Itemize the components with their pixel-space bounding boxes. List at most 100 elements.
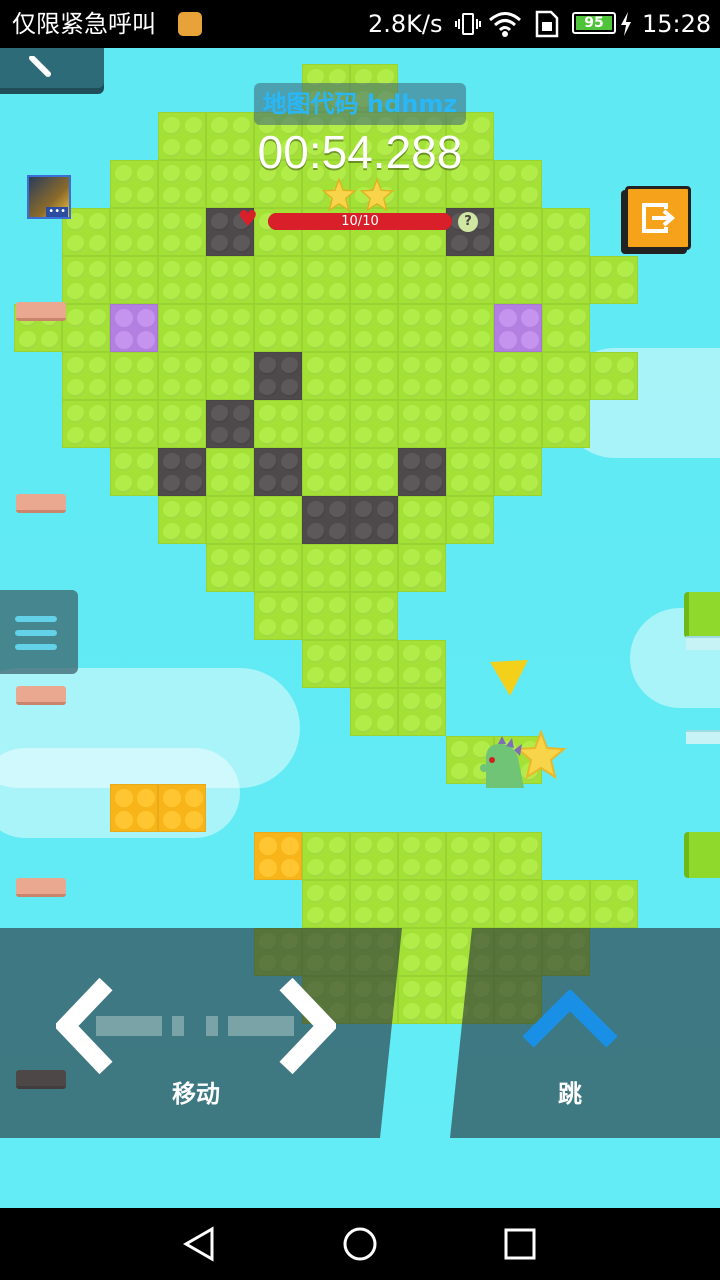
block (446, 880, 494, 928)
hamburger-menu-icon (15, 616, 57, 650)
block (158, 256, 206, 304)
help-button[interactable]: ? (458, 212, 478, 232)
block (110, 160, 158, 208)
block (494, 448, 542, 496)
charging-icon (621, 12, 631, 36)
dino-icon (480, 736, 524, 788)
block (446, 256, 494, 304)
block (254, 400, 302, 448)
block (302, 256, 350, 304)
battery-icon: 95 (572, 12, 616, 34)
timer: 00:54.288 (257, 126, 463, 178)
block (302, 400, 350, 448)
block (110, 448, 158, 496)
block (542, 400, 590, 448)
block (398, 496, 446, 544)
block (302, 448, 350, 496)
block (446, 496, 494, 544)
back-button[interactable] (0, 48, 104, 88)
block (446, 400, 494, 448)
block (494, 880, 542, 928)
block (398, 640, 446, 688)
block (398, 688, 446, 736)
block (542, 304, 590, 352)
block (206, 544, 254, 592)
block (398, 400, 446, 448)
jump-label: 跳 (558, 1080, 582, 1108)
block (350, 496, 398, 544)
block (158, 400, 206, 448)
block (350, 352, 398, 400)
block (398, 544, 446, 592)
back-nav-icon[interactable] (182, 1226, 218, 1262)
block (254, 496, 302, 544)
block (158, 160, 206, 208)
block (302, 640, 350, 688)
recents-nav-icon[interactable] (502, 1226, 538, 1262)
block (350, 256, 398, 304)
block (494, 256, 542, 304)
block (446, 352, 494, 400)
block (494, 352, 542, 400)
game-viewport[interactable]: 地图代码 hdhmz 00:54.288 ♥ 10/10 ? ••• 移动 跳 (0, 48, 720, 1208)
block (590, 256, 638, 304)
block (62, 400, 110, 448)
status-bar: 仅限紧急呼叫 2.8K/s 95 15:28 (0, 0, 720, 48)
block (254, 448, 302, 496)
player-avatar[interactable]: ••• (27, 175, 71, 219)
block (254, 832, 302, 880)
battery-level-text: 95 (584, 15, 604, 31)
block (590, 880, 638, 928)
block (158, 448, 206, 496)
block (398, 352, 446, 400)
block (494, 208, 542, 256)
block (350, 832, 398, 880)
map-code-badge: 地图代码 hdhmz (254, 83, 466, 125)
block (206, 304, 254, 352)
block (350, 640, 398, 688)
menu-button[interactable] (0, 590, 78, 674)
block (158, 208, 206, 256)
block (446, 832, 494, 880)
health-heart-icon: ♥ (238, 207, 258, 232)
app-notification-icon (178, 12, 202, 36)
wall-peg (16, 494, 66, 513)
block (158, 112, 206, 160)
block (350, 448, 398, 496)
block (302, 832, 350, 880)
wall-peg (16, 686, 66, 705)
block (110, 256, 158, 304)
block (158, 496, 206, 544)
target-marker-icon (490, 660, 528, 696)
block (494, 304, 542, 352)
block (542, 256, 590, 304)
jump-control[interactable]: 跳 (450, 928, 720, 1138)
block (62, 304, 110, 352)
block (350, 592, 398, 640)
home-nav-icon[interactable] (342, 1226, 378, 1262)
block (398, 976, 446, 1024)
network-speed-text: 2.8K/s (368, 10, 443, 38)
block (446, 448, 494, 496)
block (302, 880, 350, 928)
jump-up-icon (522, 990, 618, 1048)
wall-peg (16, 302, 66, 321)
block (254, 256, 302, 304)
block (302, 496, 350, 544)
block (350, 544, 398, 592)
block (302, 304, 350, 352)
block (350, 400, 398, 448)
exit-level-button[interactable] (625, 186, 691, 250)
block (398, 832, 446, 880)
wall-pipe (684, 832, 720, 878)
move-control[interactable]: 移动 (0, 928, 402, 1138)
block (494, 832, 542, 880)
block (158, 304, 206, 352)
health-bar: 10/10 (268, 213, 452, 230)
block (62, 256, 110, 304)
more-icon: ••• (46, 206, 68, 217)
wall-pipe (684, 592, 720, 638)
block (350, 688, 398, 736)
block (206, 352, 254, 400)
wall-rail (686, 636, 720, 650)
